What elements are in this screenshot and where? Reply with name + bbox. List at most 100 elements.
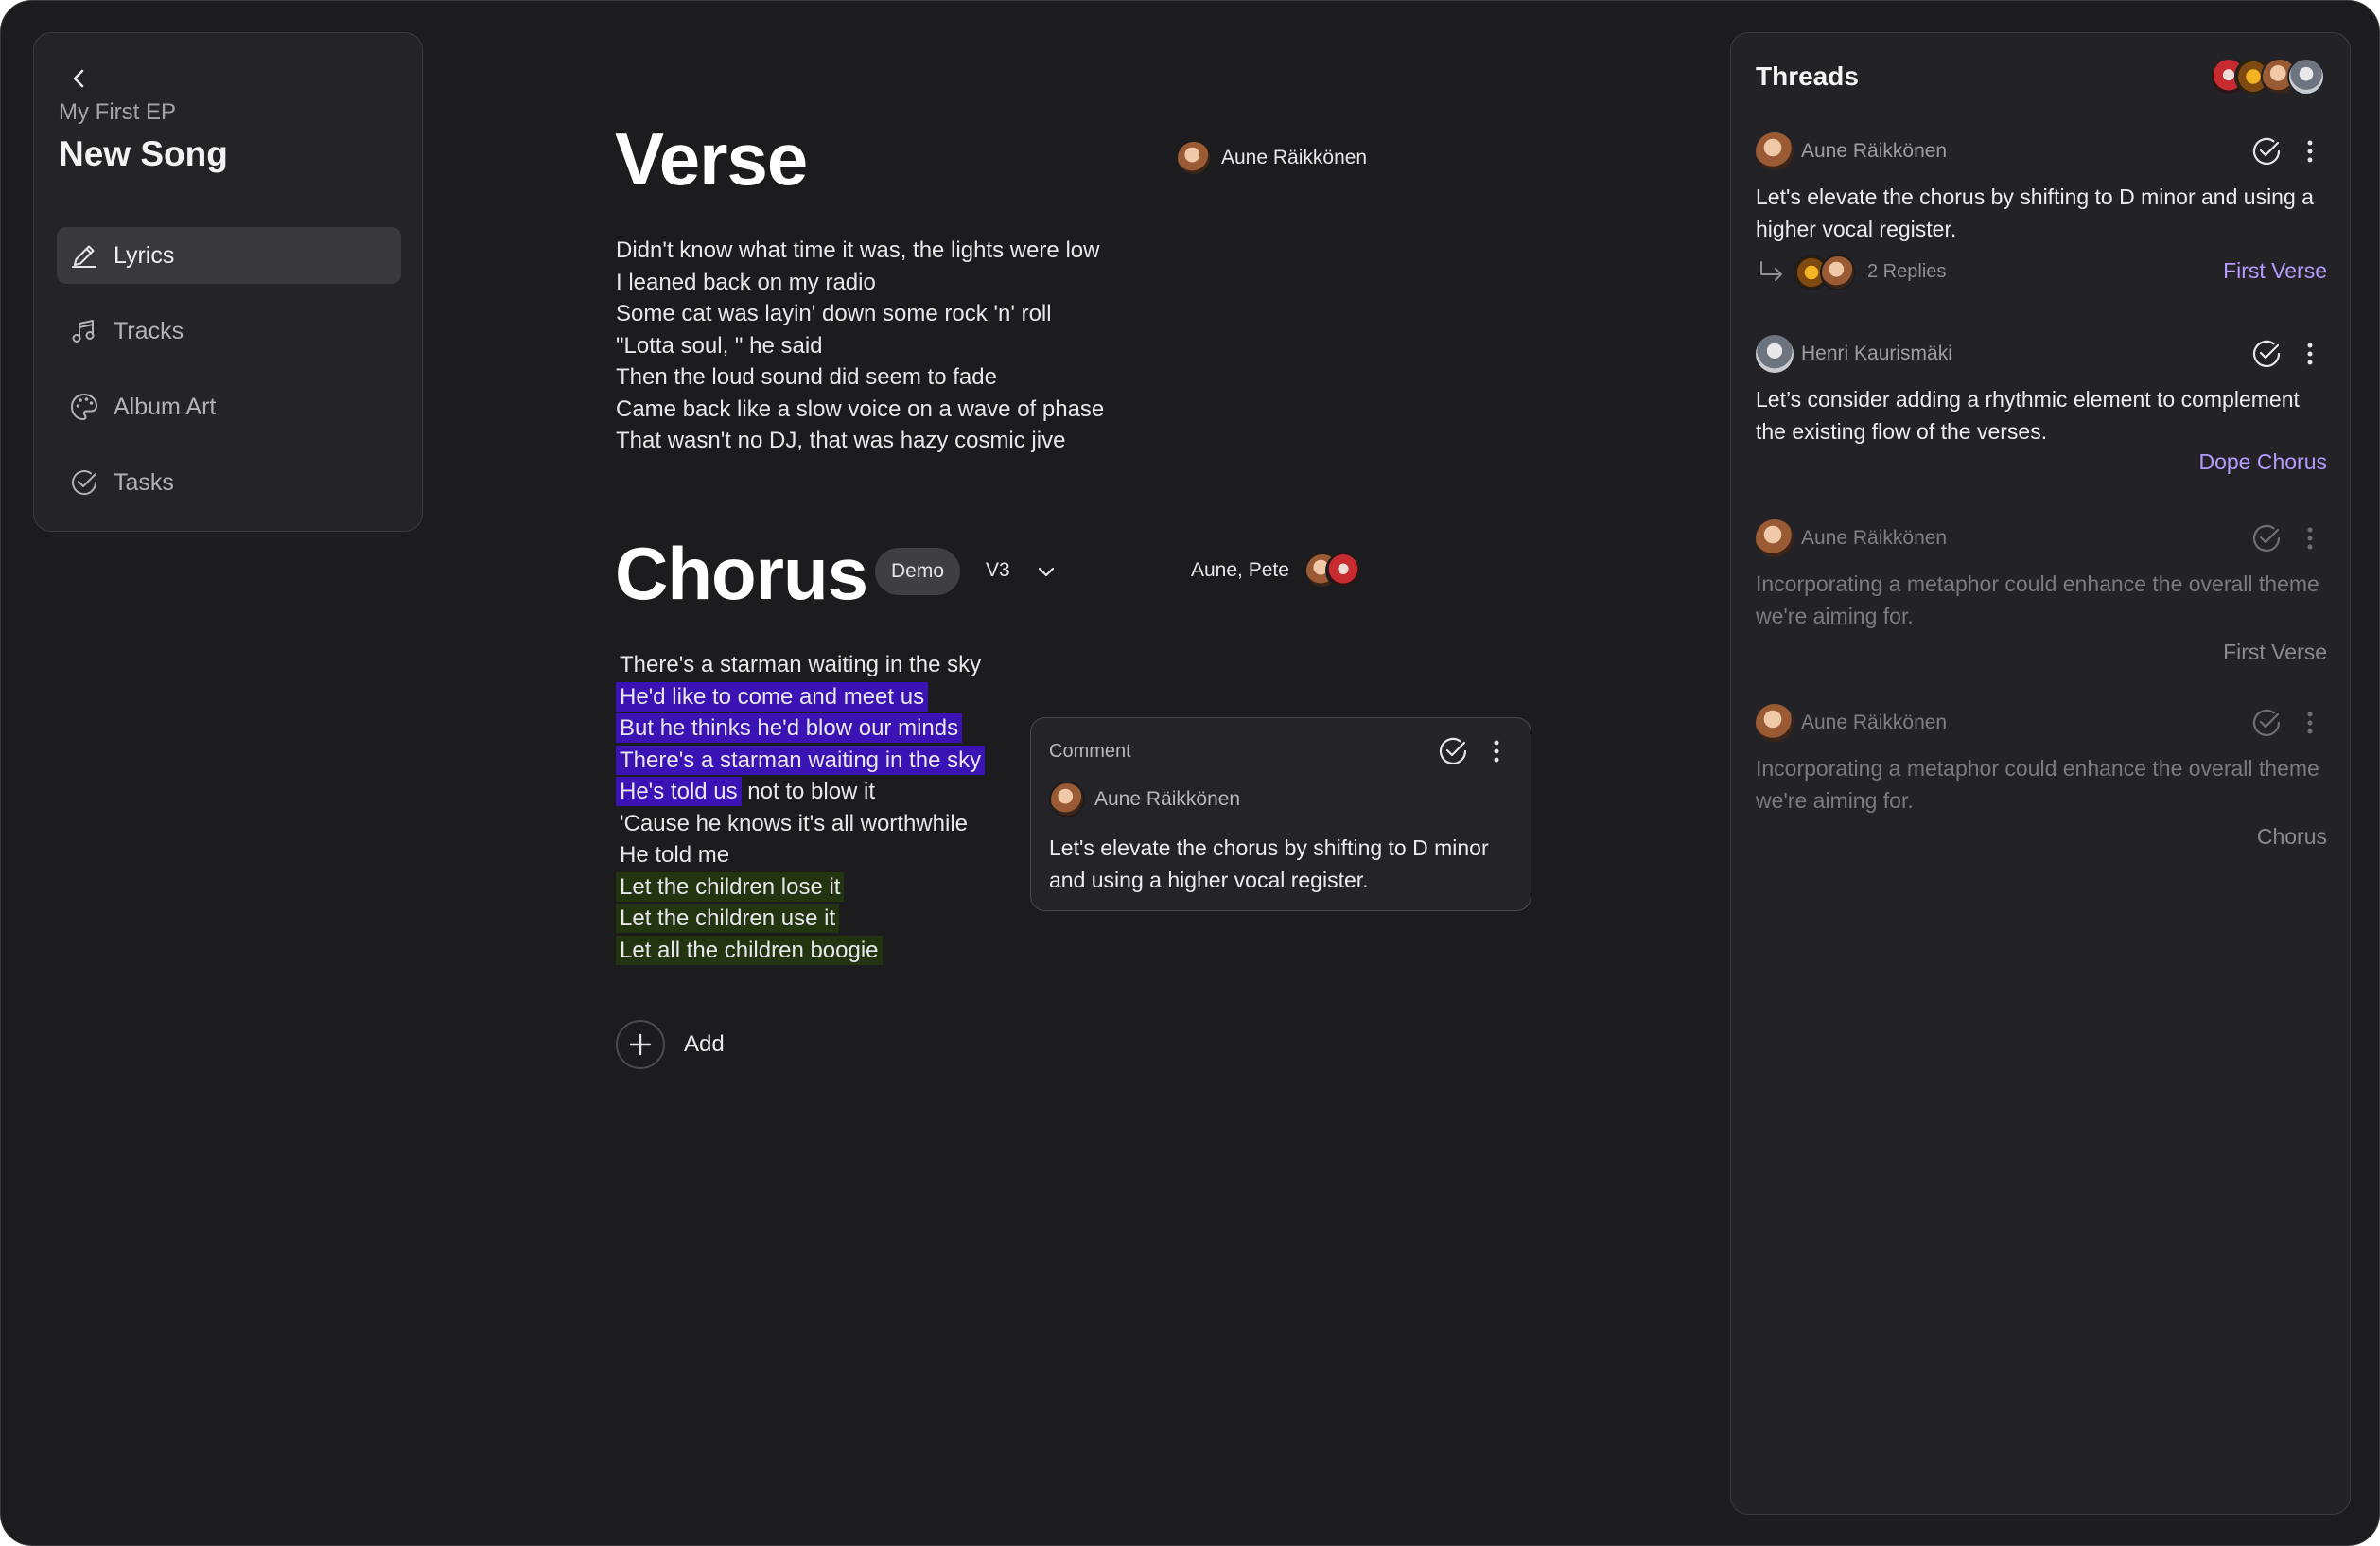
more-vertical-icon[interactable] [2293,134,2327,168]
lyric-line[interactable]: "Lotta soul, " he said [616,330,1104,362]
replies-row[interactable]: 2 Replies First Verse [1756,251,2327,292]
lyric-line[interactable]: Let the children use it [616,903,985,935]
lyric-line[interactable]: There's a starman waiting in the sky [620,649,985,681]
verse-lyrics[interactable]: Didn't know what time it was, the lights… [616,235,1104,457]
sidebar-item-tasks[interactable]: Tasks [57,454,401,511]
sidebar-item-album-art[interactable]: Album Art [57,378,401,435]
more-vertical-icon[interactable] [1479,734,1514,768]
thread-author: Aune Räikkönen [1801,712,1948,733]
more-vertical-icon[interactable] [2293,521,2327,555]
thread-header: Aune Räikkönen [1756,518,2327,558]
highlighted-lyric[interactable]: Let all the children boogie [616,935,883,965]
lyric-line[interactable]: Came back like a slow voice on a wave of… [616,394,1104,426]
thread-section-link[interactable]: First Verse [1756,640,2327,665]
verse-title: Verse [615,117,808,201]
back-arrow-icon[interactable] [61,60,98,97]
author-name: Aune Räikkönen [1221,147,1368,168]
lyric-line[interactable]: He told me [620,839,985,871]
resolve-check-icon[interactable] [2249,134,2284,168]
lyric-text: not to blow it [741,779,876,804]
lyric-line[interactable]: Let the children lose it [616,871,985,904]
comment-popup: Comment Aune Räikkönen Let's elevate the… [1030,717,1531,911]
lyric-line[interactable]: Some cat was layin' down some rock 'n' r… [616,298,1104,330]
reply-avatars [1794,253,1860,290]
verse-author[interactable]: Aune Räikkönen [1176,140,1367,176]
reply-arrow-icon [1760,261,1782,281]
sidebar-item-lyrics[interactable]: Lyrics [57,227,401,284]
resolve-check-icon[interactable] [1436,734,1470,768]
sidebar-item-label: Lyrics [114,241,175,269]
lyric-line[interactable]: Didn't know what time it was, the lights… [616,235,1104,267]
avatar [2287,58,2325,96]
highlighted-lyric[interactable]: There's a starman waiting in the sky [616,745,986,775]
add-label[interactable]: Add [684,1031,725,1058]
more-vertical-icon[interactable] [2293,337,2327,371]
palette-icon [70,393,98,421]
pencil-icon [72,245,96,268]
chorus-title: Chorus [615,532,868,615]
avatar [1756,335,1794,373]
sidebar-item-label: Album Art [114,393,217,420]
lyric-line[interactable]: I leaned back on my radio [616,267,1104,299]
thread-text: Incorporating a metaphor could enhance t… [1756,756,2319,813]
author-names: Aune, Pete [1191,559,1289,581]
song-title: New Song [59,134,228,173]
add-section-button[interactable]: Add [616,1020,725,1069]
highlighted-lyric[interactable]: But he thinks he'd blow our minds [616,713,963,743]
thread-section-link[interactable]: First Verse [2223,258,2327,284]
lyric-line[interactable]: 'Cause he knows it's all worthwhile [620,808,985,840]
sidebar-nav: Lyrics Tracks Album Art Tasks [57,227,401,530]
chevron-down-icon[interactable] [1033,559,1059,586]
comment-author: Aune Räikkönen [1049,782,1240,817]
comment-body: Let's elevate the chorus by shifting to … [1049,835,1489,892]
lyric-line[interactable]: He'd like to come and meet us [616,681,985,713]
resolve-check-icon[interactable] [2249,337,2284,371]
thread-item[interactable]: Aune Räikkönen Incorporating a metaphor … [1756,703,2327,850]
threads-title: Threads [1756,61,1859,91]
author-name: Aune Räikkönen [1094,788,1241,810]
lyric-line[interactable]: Then the loud sound did seem to fade [616,361,1104,394]
thread-section-link[interactable]: Dope Chorus [1756,449,2327,475]
avatar [1756,132,1794,170]
threads-panel: Threads Aune Räikkönen Let's elevate the… [1730,32,2351,1515]
lyric-line[interactable]: There's a starman waiting in the sky [616,745,986,777]
collaborator-avatars[interactable] [2210,58,2327,96]
avatar [1324,553,1361,589]
highlighted-lyric[interactable]: Let the children use it [616,904,840,933]
highlighted-lyric[interactable]: Let the children lose it [616,871,845,902]
check-circle-icon [72,470,97,496]
lyric-line[interactable]: That wasn't no DJ, that was hazy cosmic … [616,425,1104,457]
thread-header: Aune Räikkönen [1756,132,2327,171]
replies-count[interactable]: 2 Replies [1867,261,1946,283]
lyric-line[interactable]: He's told us not to blow it [616,776,985,808]
app-window: My First EP New Song Lyrics Tracks Album… [0,0,2380,1546]
sidebar-item-tracks[interactable]: Tracks [57,303,401,360]
avatar [1049,782,1085,817]
plus-icon[interactable] [616,1020,665,1069]
thread-header: Henri Kaurismäki [1756,334,2327,374]
lyric-line[interactable]: But he thinks he'd blow our minds [616,712,985,745]
demo-badge[interactable]: Demo [875,548,960,595]
thread-text: Let's elevate the chorus by shifting to … [1756,184,2314,241]
project-name[interactable]: My First EP [59,99,176,126]
highlighted-lyric[interactable]: He'd like to come and meet us [616,681,929,712]
chorus-authors[interactable]: Aune, Pete [1191,553,1371,589]
thread-item[interactable]: Henri Kaurismäki Let’s consider adding a… [1756,334,2327,475]
avatar [1756,519,1794,557]
lyric-line[interactable]: Let all the children boogie [616,935,985,967]
sidebar-item-label: Tracks [114,317,184,344]
avatar [1756,704,1794,742]
resolve-check-icon[interactable] [2249,706,2284,740]
resolve-check-icon[interactable] [2249,521,2284,555]
thread-item[interactable]: Aune Räikkönen Let's elevate the chorus … [1756,132,2327,292]
lyric-text: He told me [620,842,730,868]
thread-section-link[interactable]: Chorus [1756,824,2327,850]
comment-label: Comment [1049,741,1131,762]
more-vertical-icon[interactable] [2293,706,2327,740]
highlighted-lyric[interactable]: He's told us [616,777,742,806]
thread-item[interactable]: Aune Räikkönen Incorporating a metaphor … [1756,518,2327,665]
avatar [1820,255,1856,290]
version-label[interactable]: V3 [986,559,1010,582]
chorus-lyrics[interactable]: There's a starman waiting in the sky He'… [616,649,986,967]
thread-text: Incorporating a metaphor could enhance t… [1756,571,2319,628]
